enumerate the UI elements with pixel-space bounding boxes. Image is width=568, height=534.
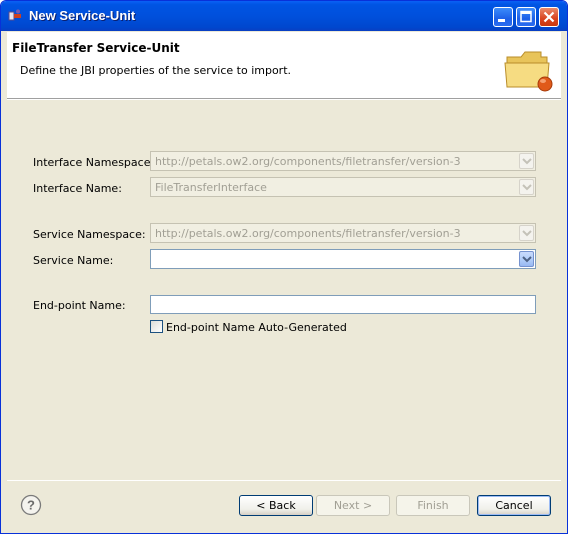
- interface-namespace-dropdown-button[interactable]: [519, 153, 534, 169]
- dialog-window: New Service-Unit FileTransfer Service-Un…: [0, 0, 568, 534]
- service-namespace-dropdown-button[interactable]: [519, 225, 534, 241]
- service-name-label: Service Name:: [33, 254, 114, 267]
- endpoint-name-input[interactable]: [150, 295, 536, 314]
- maximize-icon: [520, 10, 532, 23]
- minimize-button[interactable]: [493, 7, 513, 27]
- back-button[interactable]: < Back: [239, 495, 313, 516]
- endpoint-autogen-checkbox[interactable]: [150, 320, 163, 333]
- interface-name-value: FileTransferInterface: [155, 181, 267, 194]
- interface-name-dropdown-button[interactable]: [519, 179, 534, 195]
- footer-separator: [7, 480, 561, 481]
- next-button[interactable]: Next >: [316, 495, 390, 516]
- chevron-down-icon: [522, 158, 532, 165]
- service-namespace-label: Service Namespace:: [33, 228, 146, 241]
- interface-namespace-value: http://petals.ow2.org/components/filetra…: [155, 155, 461, 168]
- service-namespace-value: http://petals.ow2.org/components/filetra…: [155, 227, 461, 240]
- service-name-dropdown-button[interactable]: [519, 251, 534, 267]
- cancel-button[interactable]: Cancel: [477, 495, 551, 516]
- title-bar[interactable]: New Service-Unit: [1, 1, 567, 31]
- wizard-header: FileTransfer Service-Unit Define the JBI…: [7, 32, 561, 99]
- window-title: New Service-Unit: [29, 8, 136, 23]
- interface-name-label: Interface Name:: [33, 182, 122, 195]
- header-separator: [7, 99, 561, 100]
- chevron-down-icon: [522, 230, 532, 237]
- chevron-down-icon: [522, 256, 532, 263]
- service-name-combo[interactable]: [150, 249, 536, 269]
- help-icon[interactable]: ?: [20, 494, 42, 516]
- interface-namespace-combo[interactable]: http://petals.ow2.org/components/filetra…: [150, 151, 536, 171]
- folder-icon: [504, 51, 553, 92]
- endpoint-autogen-label[interactable]: End-point Name Auto-Generated: [166, 321, 347, 334]
- page-title: FileTransfer Service-Unit: [12, 41, 180, 55]
- endpoint-name-label: End-point Name:: [33, 299, 126, 312]
- page-description: Define the JBI properties of the service…: [20, 64, 292, 77]
- minimize-icon: [498, 19, 505, 22]
- chevron-down-icon: [522, 184, 532, 191]
- service-namespace-combo[interactable]: http://petals.ow2.org/components/filetra…: [150, 223, 536, 243]
- interface-namespace-label: Interface Namespace:: [33, 156, 155, 169]
- maximize-button[interactable]: [516, 7, 536, 27]
- interface-name-combo[interactable]: FileTransferInterface: [150, 177, 536, 197]
- close-button[interactable]: [539, 7, 559, 27]
- finish-button[interactable]: Finish: [396, 495, 470, 516]
- close-icon: [543, 11, 555, 23]
- svg-text:?: ?: [27, 498, 35, 513]
- eclipse-app-icon: [8, 9, 21, 21]
